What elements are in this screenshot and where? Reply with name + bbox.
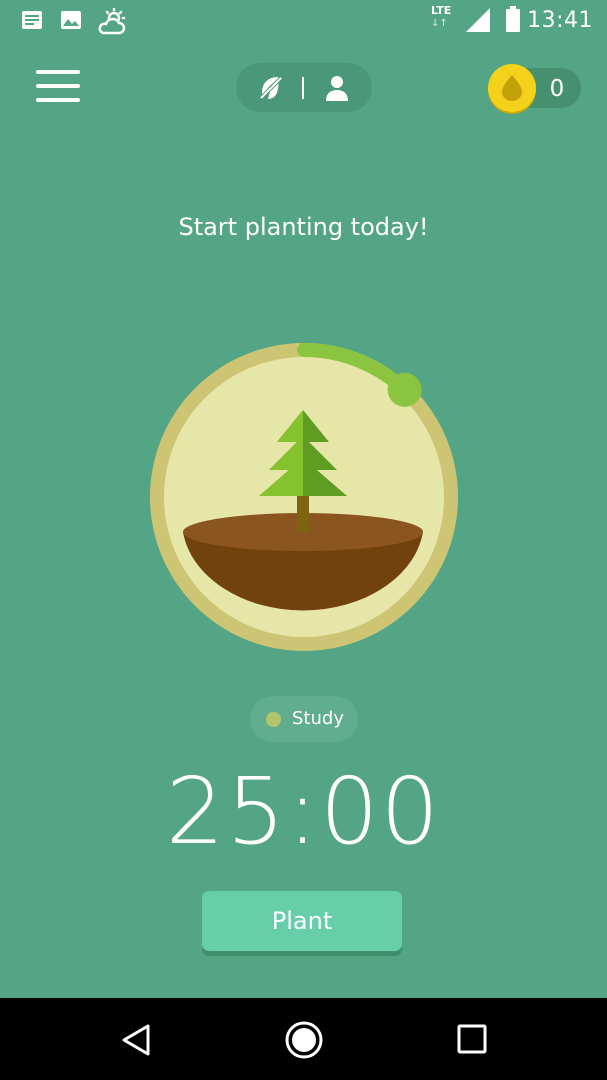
image-icon [61,11,81,29]
hamburger-menu-icon [36,70,80,74]
status-time: 13:41 [527,8,593,33]
timer-display: 25:00 [165,758,442,865]
lte-icon: LTE [431,4,452,17]
data-arrows-icon: ↓↑ [431,18,448,29]
tag-color-dot [266,712,281,727]
recents-icon[interactable] [457,1024,487,1054]
signal-icon [466,8,490,32]
tag-label: Study [292,708,344,729]
back-icon[interactable] [120,1023,152,1057]
progress-handle[interactable] [387,372,422,407]
battery-icon [506,6,520,32]
sleep-mode-icon[interactable] [256,73,286,103]
notification-news-icon [22,11,42,29]
menu-button[interactable] [36,70,82,106]
coin-count: 0 [549,76,565,102]
weather-partly-cloudy-icon [98,8,126,35]
tree-timer-dial[interactable] [149,342,459,652]
person-icon[interactable] [324,74,350,102]
status-bar: LTE ↓↑ 13:41 [0,0,607,44]
navigation-bar [0,998,607,1080]
home-icon[interactable] [284,1020,324,1060]
mode-toggle[interactable] [236,63,372,112]
tag-selector[interactable]: Study [250,696,358,742]
toggle-divider [302,77,304,99]
plant-button[interactable]: Plant [202,891,402,951]
coin-icon[interactable] [488,64,536,112]
page-headline: Start planting today! [178,213,429,241]
